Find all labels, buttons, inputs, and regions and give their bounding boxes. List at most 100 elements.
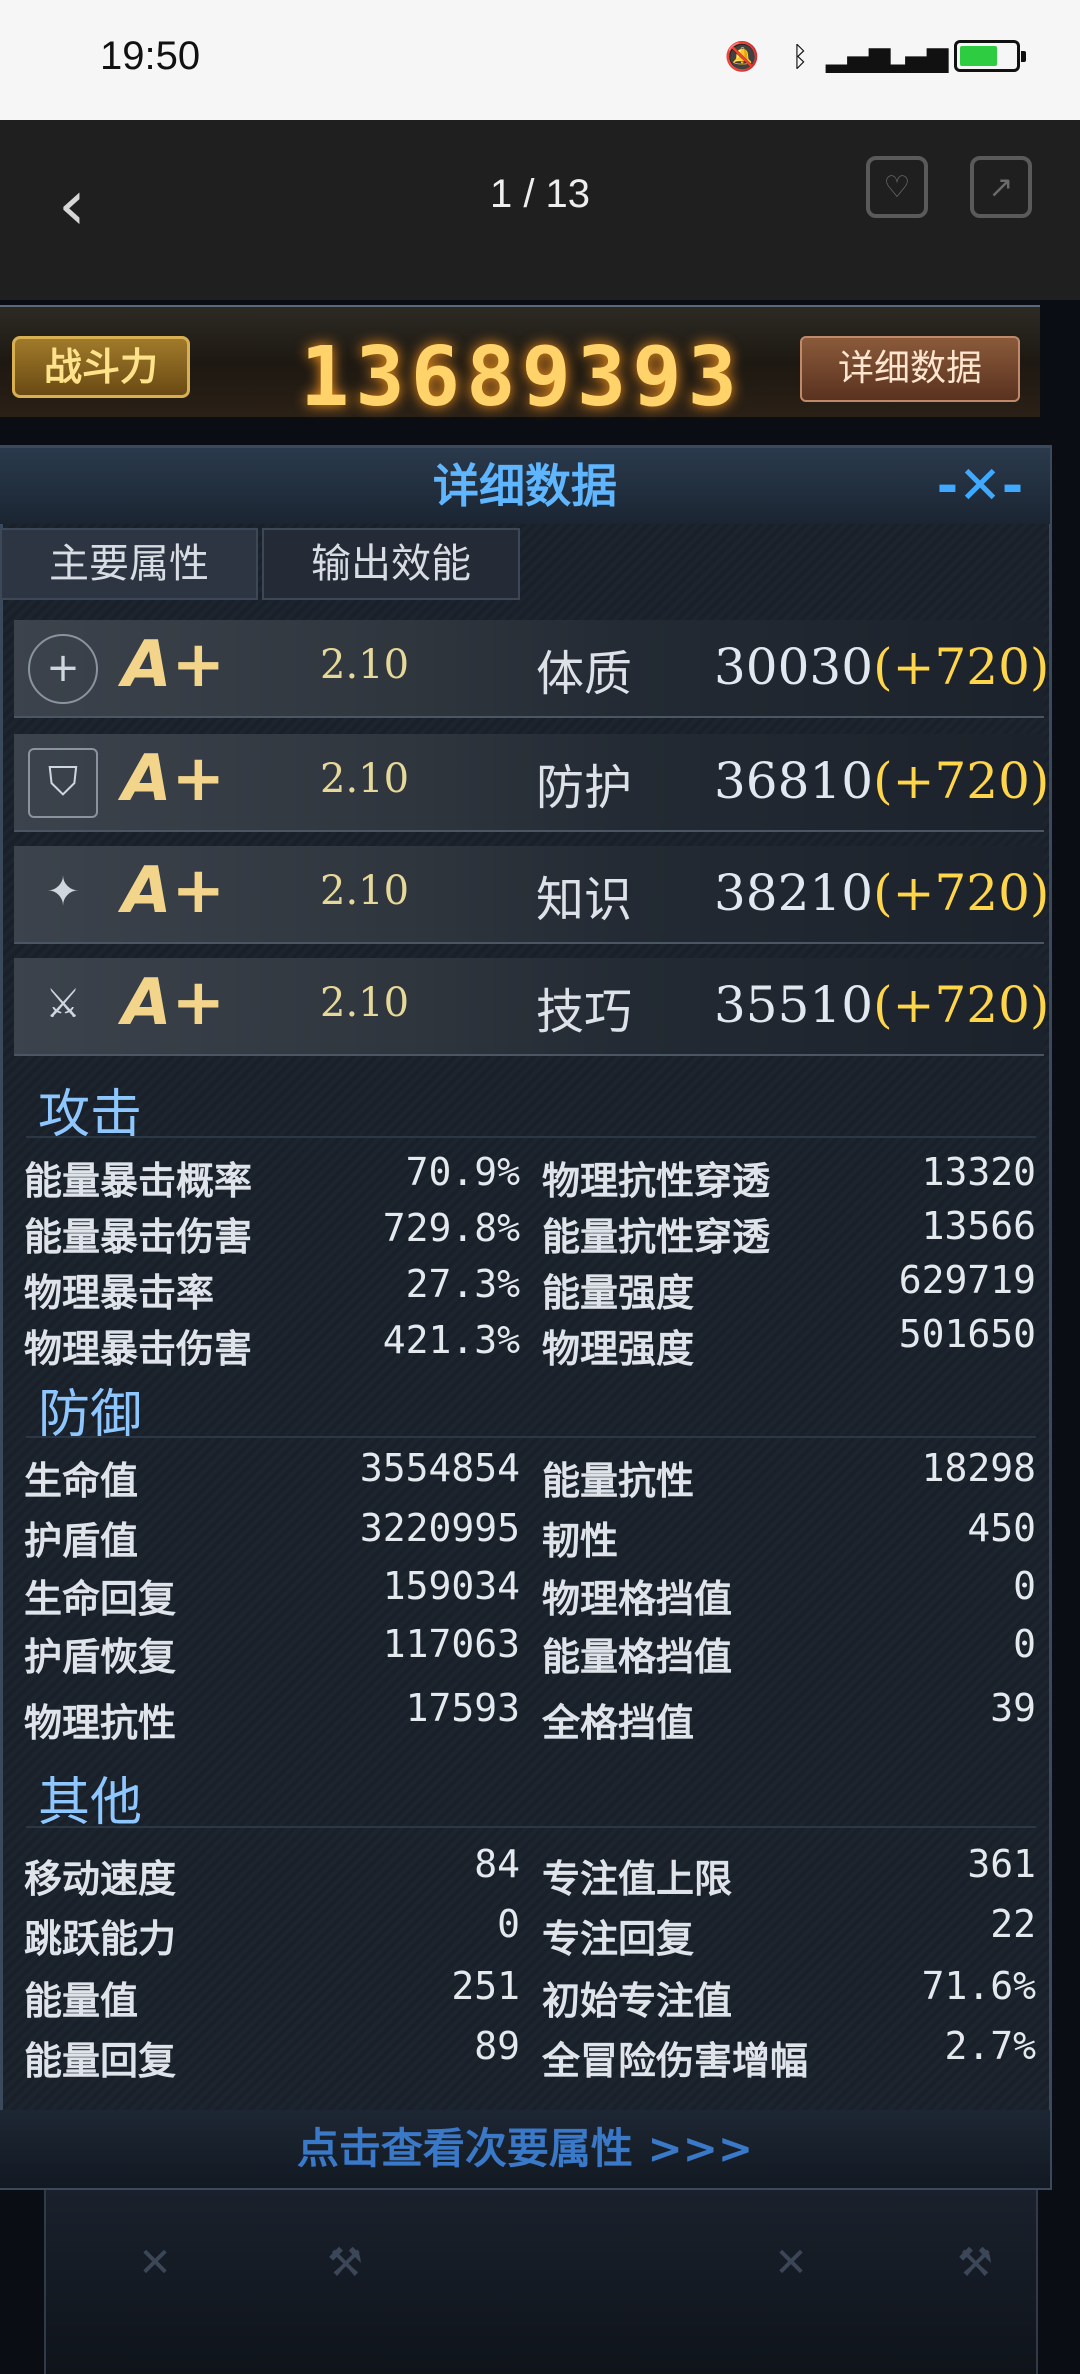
combat-power-value: 13689393 [300, 330, 743, 425]
stat-value: 89 [474, 2024, 520, 2068]
status-time: 19:50 [100, 34, 201, 78]
attribute-multiplier: 2.10 [320, 642, 410, 688]
panel-title: 详细数据 [0, 448, 1050, 524]
character-equipment-background [44, 2190, 1038, 2374]
attribute-value: 30030(+720) [714, 638, 1050, 696]
skill-icon: ⚔ [45, 981, 81, 1027]
stat-value: 27.3% [405, 1262, 520, 1306]
stat-label: 全冒险伤害增幅 [542, 2039, 809, 2083]
stat-label: 能量暴击概率 [24, 1159, 253, 1203]
stat-value: 501650 [898, 1312, 1036, 1356]
attribute-grade: A+ [122, 854, 226, 928]
detail-data-button[interactable]: 详细数据 [800, 336, 1020, 402]
stat-value: 0 [1013, 1564, 1036, 1608]
close-icon[interactable]: -✕- [920, 456, 1040, 516]
attribute-row: ⛉ A+ 2.10 防护 36810(+720) [14, 734, 1049, 832]
stat-value: 3554854 [359, 1446, 520, 1490]
stat-label: 能量格挡值 [542, 1635, 733, 1679]
attribute-name: 知识 [536, 872, 633, 928]
stat-value: 450 [967, 1506, 1036, 1550]
bluetooth-icon: ᛒ [791, 39, 809, 73]
5g-signal-icon: ▂▄▆ [825, 39, 891, 73]
secondary-attributes-link[interactable]: 点击查看次要属性 >>> [0, 2110, 1050, 2188]
stat-label: 能量值 [24, 1979, 139, 2023]
stat-value: 0 [1013, 1622, 1036, 1666]
stat-value: 13320 [921, 1150, 1036, 1194]
stat-value: 84 [474, 1842, 520, 1886]
tab-output-efficiency[interactable]: 输出效能 [262, 528, 520, 600]
stat-label: 物理抗性穿透 [542, 1159, 771, 1203]
stat-label: 物理暴击伤害 [24, 1327, 253, 1371]
stat-value: 159034 [382, 1564, 520, 1608]
stat-label: 能量强度 [542, 1271, 695, 1315]
equipment-slot-icon: ✕ [138, 2240, 172, 2286]
stat-value: 22 [990, 1902, 1036, 1946]
stat-value: 2.7% [944, 2024, 1036, 2068]
save-image-icon[interactable]: ♡ [866, 156, 928, 218]
stat-label: 专注值上限 [542, 1857, 733, 1901]
stat-label: 生命值 [24, 1459, 139, 1503]
share-icon[interactable]: ↗ [970, 156, 1032, 218]
stat-label: 全格挡值 [542, 1701, 695, 1745]
stat-value: 18298 [921, 1446, 1036, 1490]
stat-value: 421.3% [382, 1318, 520, 1362]
stat-value: 3220995 [359, 1506, 520, 1550]
shield-icon: ⛉ [28, 748, 98, 818]
5g-signal-icon: ▂▄▆ [883, 39, 949, 73]
stat-value: 361 [967, 1842, 1036, 1886]
section-divider [26, 1436, 1036, 1438]
attribute-value: 35510(+720) [714, 976, 1050, 1034]
constitution-icon: + [28, 634, 98, 704]
battery-charging-icon [954, 40, 1026, 72]
status-icons: 🔕 ᛒ ▂▄▆ ▂▄▆ [722, 36, 1026, 76]
stat-label: 移动速度 [24, 1857, 177, 1901]
attribute-row: + A+ 2.10 体质 30030(+720) [14, 620, 1049, 718]
stat-value: 729.8% [382, 1206, 520, 1250]
attribute-multiplier: 2.10 [320, 980, 410, 1026]
status-bar: 19:50 🔕 ᛒ ▂▄▆ ▂▄▆ [0, 0, 1080, 120]
stat-label: 物理抗性 [24, 1701, 177, 1745]
section-divider [26, 1826, 1036, 1828]
stat-label: 专注回复 [542, 1917, 695, 1961]
attribute-bonus: (+720) [873, 864, 1050, 922]
mute-bell-icon: 🔕 [724, 39, 760, 73]
stat-label: 能量暴击伤害 [24, 1215, 253, 1259]
stat-label: 物理强度 [542, 1327, 695, 1371]
attribute-value: 36810(+720) [714, 752, 1050, 810]
stat-label: 生命回复 [24, 1577, 177, 1621]
attribute-multiplier: 2.10 [320, 868, 410, 914]
stat-value: 251 [451, 1964, 520, 2008]
equipment-slot-icon: ⚒ [327, 2240, 363, 2286]
attribute-row: ✦ A+ 2.10 知识 38210(+720) [14, 846, 1049, 944]
stat-value: 117063 [382, 1622, 520, 1666]
attribute-name: 技巧 [536, 984, 633, 1040]
equipment-slot-icon: ⚒ [957, 2240, 993, 2286]
stat-label: 能量抗性穿透 [542, 1215, 771, 1259]
combat-power-label: 战斗力 [12, 336, 190, 398]
stat-label: 物理暴击率 [24, 1271, 215, 1315]
stat-value: 39 [990, 1686, 1036, 1730]
attribute-bonus: (+720) [873, 752, 1050, 810]
attribute-row: ⚔ A+ 2.10 技巧 35510(+720) [14, 958, 1049, 1056]
section-title-other: 其他 [38, 1773, 143, 1833]
image-viewer-toolbar: ‹ 1 / 13 ♡ ↗ [0, 120, 1080, 300]
stat-value: 0 [497, 1902, 520, 1946]
attribute-name: 防护 [536, 760, 633, 816]
stat-label: 物理格挡值 [542, 1577, 733, 1621]
attribute-name: 体质 [536, 646, 633, 702]
stat-value: 70.9% [405, 1150, 520, 1194]
equipment-slot-icon: ✕ [774, 2240, 808, 2286]
stat-label: 跳跃能力 [24, 1917, 177, 1961]
stat-label: 能量抗性 [542, 1459, 695, 1503]
stat-value: 629719 [898, 1258, 1036, 1302]
attribute-multiplier: 2.10 [320, 756, 410, 802]
attribute-grade: A+ [122, 742, 226, 816]
knowledge-icon: ✦ [46, 869, 80, 915]
attribute-bonus: (+720) [873, 638, 1050, 696]
stat-label: 韧性 [542, 1519, 619, 1563]
stat-value: 17593 [405, 1686, 520, 1730]
tab-main-attributes[interactable]: 主要属性 [0, 528, 258, 600]
stat-value: 71.6% [921, 1964, 1036, 2008]
attribute-bonus: (+720) [873, 976, 1050, 1034]
stat-label: 护盾值 [24, 1519, 139, 1563]
